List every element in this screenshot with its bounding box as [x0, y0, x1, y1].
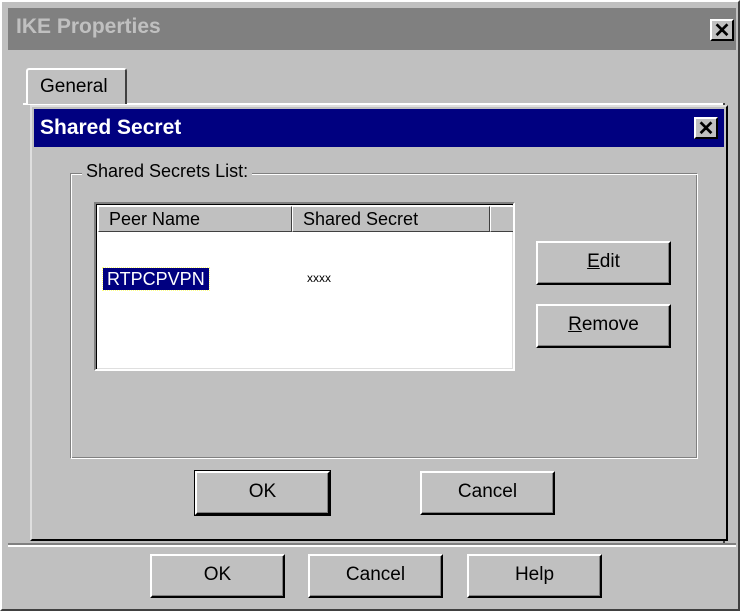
edit-mnemonic: E: [587, 251, 600, 272]
dialog-cancel-button[interactable]: Cancel: [420, 471, 555, 515]
remove-label: emove: [581, 314, 639, 335]
outer-separator: [8, 543, 736, 547]
column-header-peer-name[interactable]: Peer Name: [98, 206, 292, 232]
table-row[interactable]: RTPCPVPN xxxx: [98, 235, 511, 291]
column-header-label: Shared Secret: [303, 209, 419, 229]
shared-secret-dialog: Shared Secret ✕ Shared Secrets List: Pee…: [30, 105, 728, 541]
outer-help-button[interactable]: Help: [467, 554, 602, 598]
outer-window-title: IKE Properties: [16, 15, 161, 38]
dialog-close-button[interactable]: ✕: [694, 117, 718, 139]
ike-properties-window: IKE Properties ✕ General Shared Secret ✕…: [0, 0, 740, 611]
outer-cancel-label: Cancel: [345, 564, 406, 585]
tab-general-label: General: [40, 76, 108, 97]
dialog-ok-button[interactable]: OK: [194, 470, 331, 516]
edit-label: dit: [599, 251, 620, 272]
close-icon: ✕: [713, 20, 731, 42]
remove-button[interactable]: Remove: [536, 304, 671, 348]
outer-close-button[interactable]: ✕: [710, 19, 734, 41]
tab-general[interactable]: General: [26, 68, 127, 104]
group-label: Shared Secrets List:: [82, 161, 253, 182]
peer-name-cell: RTPCPVPN: [102, 267, 210, 291]
dialog-ok-label: OK: [248, 481, 277, 502]
dialog-cancel-label: Cancel: [457, 481, 518, 502]
column-header-shared-secret[interactable]: Shared Secret: [292, 206, 490, 232]
outer-ok-button[interactable]: OK: [150, 554, 285, 598]
outer-cancel-button[interactable]: Cancel: [308, 554, 443, 598]
edit-button[interactable]: Edit: [536, 241, 671, 285]
column-header-filler: [490, 206, 513, 232]
outer-title-bar[interactable]: IKE Properties ✕: [8, 8, 736, 50]
dialog-title: Shared Secret: [40, 116, 182, 139]
close-icon: ✕: [697, 118, 715, 140]
outer-help-label: Help: [514, 564, 555, 585]
outer-ok-label: OK: [203, 564, 232, 585]
column-header-label: Peer Name: [109, 209, 201, 229]
remove-mnemonic: R: [568, 314, 582, 335]
shared-secret-cell: xxxx: [307, 271, 331, 285]
shared-secrets-list[interactable]: Peer Name Shared Secret RTPCPVPN xxxx: [94, 202, 515, 371]
dialog-title-bar[interactable]: Shared Secret ✕: [34, 109, 724, 147]
